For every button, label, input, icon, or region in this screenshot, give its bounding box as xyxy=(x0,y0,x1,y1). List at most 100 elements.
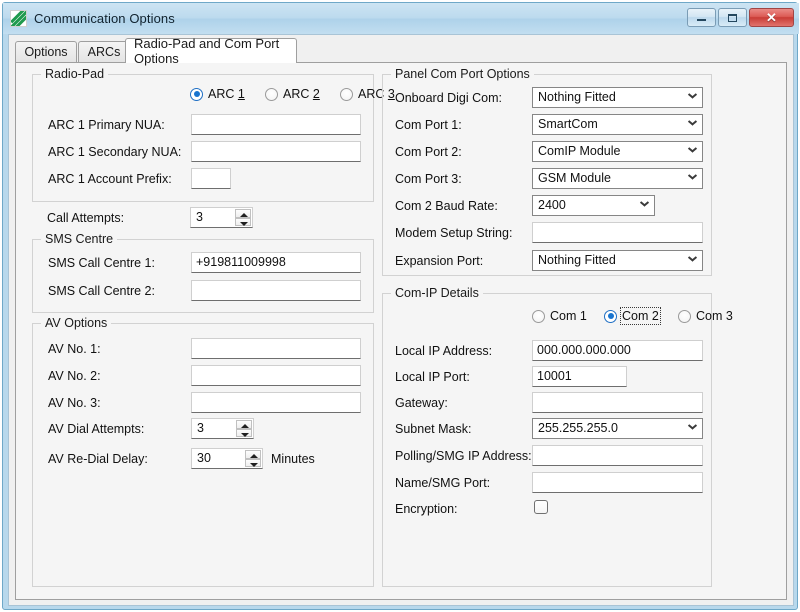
arc-primary-nua-label: ARC 1 Primary NUA: xyxy=(48,118,165,132)
radio-com-2-label: Com 2 xyxy=(622,309,659,323)
tab-page: Radio-Pad ARC 1 ARC 2 ARC 3 ARC 1 Primar… xyxy=(15,62,787,600)
sms-call-centre-1-input[interactable]: +919811009998 xyxy=(191,252,361,273)
local-ip-address-label: Local IP Address: xyxy=(395,344,492,358)
sms-call-centre-1-label: SMS Call Centre 1: xyxy=(48,256,155,270)
radio-com-1[interactable]: Com 1 xyxy=(532,309,587,323)
chevron-down-icon xyxy=(688,94,696,102)
radio-arc-2[interactable]: ARC 2 xyxy=(265,87,320,101)
tab-options[interactable]: Options xyxy=(15,41,77,62)
radio-com-3-dot xyxy=(678,310,691,323)
sms-call-centre-2-input[interactable] xyxy=(191,280,361,301)
av-no-1-input[interactable] xyxy=(191,338,361,359)
chevron-down-icon xyxy=(688,148,696,156)
spin-up-icon[interactable] xyxy=(235,209,251,218)
spin-down-icon[interactable] xyxy=(245,459,261,468)
spin-down-icon[interactable] xyxy=(236,429,252,438)
com-port-2-label: Com Port 2: xyxy=(395,145,462,159)
com-port-3-select[interactable]: GSM Module xyxy=(532,168,703,189)
radio-arc-3-dot xyxy=(340,88,353,101)
name-smg-port-label: Name/SMG Port: xyxy=(395,476,490,490)
close-icon: ✕ xyxy=(766,11,777,24)
arc-primary-nua-input[interactable] xyxy=(191,114,361,135)
encryption-checkbox[interactable] xyxy=(534,500,548,514)
local-ip-port-input[interactable]: 10001 xyxy=(532,366,627,387)
com-port-3-value: GSM Module xyxy=(538,171,611,185)
arc-secondary-nua-input[interactable] xyxy=(191,141,361,162)
av-no-3-input[interactable] xyxy=(191,392,361,413)
modem-setup-string-input[interactable] xyxy=(532,222,703,243)
av-dial-attempts-value: 3 xyxy=(197,420,204,437)
com-2-baud-rate-select[interactable]: 2400 xyxy=(532,195,655,216)
com-port-1-select[interactable]: SmartCom xyxy=(532,114,703,135)
sms-centre-group: SMS Centre SMS Call Centre 1: +919811009… xyxy=(32,239,374,313)
radio-com-3-label: Com 3 xyxy=(696,309,733,323)
radio-com-1-label: Com 1 xyxy=(550,309,587,323)
av-redial-delay-label: AV Re-Dial Delay: xyxy=(48,452,148,466)
av-no-2-input[interactable] xyxy=(191,365,361,386)
av-redial-delay-spin-buttons[interactable] xyxy=(245,450,261,467)
local-ip-address-input[interactable]: 000.000.000.000 xyxy=(532,340,703,361)
radio-com-2-dot xyxy=(604,310,617,323)
panel-com-port-options-group: Panel Com Port Options Onboard Digi Com:… xyxy=(382,74,712,276)
onboard-digi-com-select[interactable]: Nothing Fitted xyxy=(532,87,703,108)
name-smg-port-input[interactable] xyxy=(532,472,703,493)
onboard-digi-com-label: Onboard Digi Com: xyxy=(395,91,502,105)
local-ip-port-label: Local IP Port: xyxy=(395,370,470,384)
arc-account-prefix-label: ARC 1 Account Prefix: xyxy=(48,172,172,186)
radio-arc-2-label: ARC 2 xyxy=(283,87,320,101)
call-attempts-label: Call Attempts: xyxy=(47,211,124,225)
tab-strip: Options ARCs Radio-Pad and Com Port Opti… xyxy=(15,38,787,63)
tab-arcs[interactable]: ARCs xyxy=(78,41,130,62)
gateway-label: Gateway: xyxy=(395,396,448,410)
subnet-mask-value: 255.255.255.0 xyxy=(538,421,618,435)
call-attempts-spin-buttons[interactable] xyxy=(235,209,251,226)
call-attempts-stepper[interactable]: 3 xyxy=(190,207,253,228)
com-ip-details-group: Com-IP Details Com 1 Com 2 Com 3 Local I… xyxy=(382,293,712,587)
radio-com-3[interactable]: Com 3 xyxy=(678,309,733,323)
subnet-mask-label: Subnet Mask: xyxy=(395,422,471,436)
maximize-icon xyxy=(728,14,737,22)
com-port-1-value: SmartCom xyxy=(538,117,598,131)
radio-com-1-dot xyxy=(532,310,545,323)
app-green-stripes-icon xyxy=(10,10,27,27)
arc-account-prefix-input[interactable] xyxy=(191,168,231,189)
sms-centre-legend: SMS Centre xyxy=(41,232,117,246)
panel-com-port-legend: Panel Com Port Options xyxy=(391,67,534,81)
gateway-input[interactable] xyxy=(532,392,703,413)
tab-radio-pad-and-com-port-options[interactable]: Radio-Pad and Com Port Options xyxy=(125,38,297,63)
chevron-down-icon xyxy=(688,425,696,433)
spin-up-icon[interactable] xyxy=(245,450,261,459)
onboard-digi-com-value: Nothing Fitted xyxy=(538,90,616,104)
subnet-mask-select[interactable]: 255.255.255.0 xyxy=(532,418,703,439)
com-port-2-value: ComIP Module xyxy=(538,144,620,158)
maximize-button[interactable] xyxy=(718,8,747,27)
chevron-down-icon xyxy=(640,202,648,210)
radio-com-2[interactable]: Com 2 xyxy=(604,309,659,323)
radio-pad-group: Radio-Pad ARC 1 ARC 2 ARC 3 ARC 1 Primar… xyxy=(32,74,374,202)
minimize-button[interactable] xyxy=(687,8,716,27)
arc-secondary-nua-label: ARC 1 Secondary NUA: xyxy=(48,145,181,159)
communication-options-window: Communication Options ✕ Options ARCs xyxy=(2,2,798,610)
av-redial-delay-stepper[interactable]: 30 xyxy=(191,448,263,469)
av-redial-delay-value: 30 xyxy=(197,450,211,467)
tab-radio-pad-label: Radio-Pad and Com Port Options xyxy=(134,36,288,66)
expansion-port-label: Expansion Port: xyxy=(395,254,483,268)
av-no-2-label: AV No. 2: xyxy=(48,369,101,383)
av-dial-attempts-spin-buttons[interactable] xyxy=(236,420,252,437)
av-dial-attempts-stepper[interactable]: 3 xyxy=(191,418,254,439)
close-button[interactable]: ✕ xyxy=(749,8,794,27)
title-bar: Communication Options ✕ xyxy=(3,3,799,34)
com-port-2-select[interactable]: ComIP Module xyxy=(532,141,703,162)
spin-up-icon[interactable] xyxy=(236,420,252,429)
av-no-3-label: AV No. 3: xyxy=(48,396,101,410)
chevron-down-icon xyxy=(688,121,696,129)
tab-options-label: Options xyxy=(24,45,67,59)
chevron-down-icon xyxy=(688,257,696,265)
expansion-port-select[interactable]: Nothing Fitted xyxy=(532,250,703,271)
sms-call-centre-2-label: SMS Call Centre 2: xyxy=(48,284,155,298)
av-redial-delay-units: Minutes xyxy=(271,452,315,466)
spin-down-icon[interactable] xyxy=(235,218,251,227)
window-client-area: Options ARCs Radio-Pad and Com Port Opti… xyxy=(8,34,794,606)
polling-smg-ip-address-input[interactable] xyxy=(532,445,703,466)
radio-arc-1[interactable]: ARC 1 xyxy=(190,87,245,101)
